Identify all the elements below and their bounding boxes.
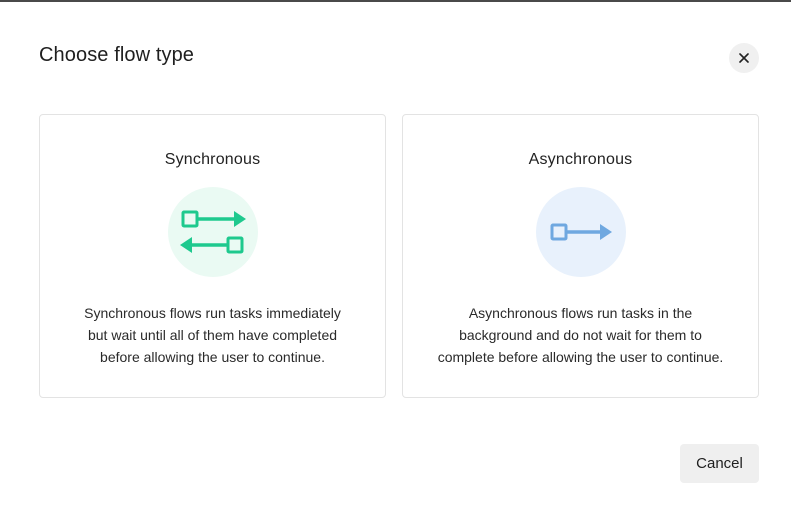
cancel-button[interactable]: Cancel: [680, 444, 759, 483]
choose-flow-type-dialog: Choose flow type Synchronous Synchronous…: [0, 0, 791, 522]
asynchronous-option-title: Asynchronous: [528, 151, 633, 168]
synchronous-option-card[interactable]: Synchronous Synchronous flows run tasks …: [39, 114, 386, 398]
asynchronous-option-card[interactable]: Asynchronous Asynchronous flows run task…: [402, 114, 759, 398]
close-button[interactable]: [729, 43, 759, 73]
synchronous-option-description: Synchronous flows run tasks immediately …: [84, 305, 341, 365]
asynchronous-option-description: Asynchronous flows run tasks in the back…: [437, 305, 724, 365]
close-icon: [739, 53, 749, 63]
async-arrow-icon: [535, 187, 626, 277]
synchronous-option-title: Synchronous: [164, 151, 261, 168]
sync-arrows-icon: [167, 187, 258, 277]
dialog-title: Choose flow type: [39, 44, 195, 66]
